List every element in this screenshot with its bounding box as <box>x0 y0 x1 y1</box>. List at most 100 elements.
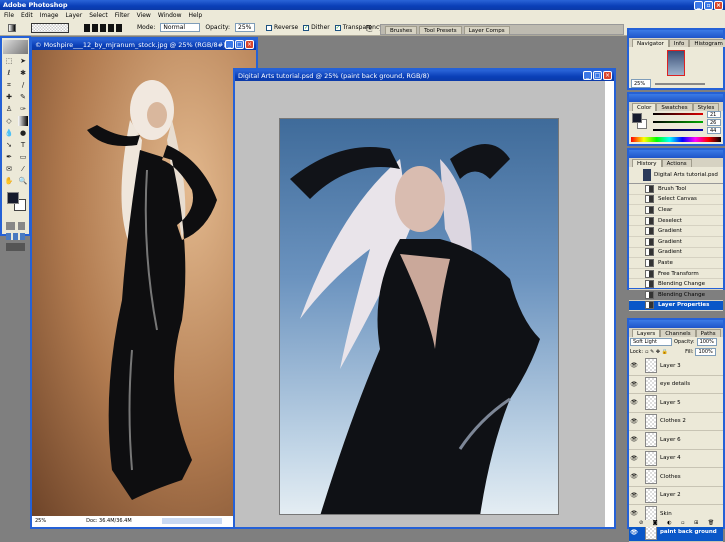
quick-mask-buttons[interactable] <box>6 222 25 230</box>
screen-mode-buttons[interactable] <box>6 233 25 240</box>
layer-row[interactable]: 👁Clothes 2 <box>629 413 723 432</box>
restore-button[interactable]: ▫ <box>704 1 713 10</box>
menu-filter[interactable]: Filter <box>115 12 130 19</box>
history-item[interactable]: Paste <box>629 258 723 269</box>
history-item[interactable]: Deselect <box>629 216 723 227</box>
jump-to-imageready-icon[interactable] <box>6 243 25 251</box>
menu-edit[interactable]: Edit <box>21 12 33 19</box>
layer-row[interactable]: 👁Layer 6 <box>629 431 723 450</box>
history-item[interactable]: Select Canvas <box>629 195 723 206</box>
tab-paths[interactable]: Paths <box>696 329 721 337</box>
history-snapshot[interactable]: Digital Arts tutorial.psd <box>629 167 723 184</box>
blend-mode-select[interactable]: Soft Light <box>630 338 672 346</box>
stamp-tool-icon[interactable]: ♙ <box>4 104 14 114</box>
doc2-minimize[interactable]: _ <box>583 71 592 80</box>
visibility-eye-icon[interactable]: 👁 <box>629 492 639 499</box>
pen-tool-icon[interactable]: ✒ <box>4 152 14 162</box>
navigator-zoom-input[interactable]: 25% <box>631 79 651 88</box>
move-tool-icon[interactable]: ➤ <box>18 56 28 66</box>
lasso-tool-icon[interactable]: ℓ <box>4 68 14 78</box>
brush-tool-icon[interactable]: ✎ <box>18 92 28 102</box>
lock-icons[interactable]: ▫ ✎ ✥ 🔒 <box>645 349 673 355</box>
gradient-tool-preset-icon[interactable] <box>8 24 16 32</box>
magic-wand-icon[interactable]: ✱ <box>18 68 28 78</box>
visibility-eye-icon[interactable]: 👁 <box>629 381 639 388</box>
slice-tool-icon[interactable]: / <box>18 80 28 90</box>
minimize-button[interactable]: _ <box>694 1 703 10</box>
gradient-picker[interactable] <box>31 23 69 33</box>
doc1-zoom[interactable]: 25% <box>35 518 46 524</box>
navigator-thumbnail[interactable] <box>667 50 685 76</box>
history-item[interactable]: Brush Tool <box>629 184 723 195</box>
green-slider[interactable] <box>653 121 703 123</box>
menu-select[interactable]: Select <box>89 12 108 19</box>
blue-value[interactable]: 44 <box>707 127 721 134</box>
doc2-vscrollbar[interactable] <box>605 81 614 527</box>
healing-brush-icon[interactable]: ✚ <box>4 92 14 102</box>
visibility-eye-icon[interactable]: 👁 <box>629 455 639 462</box>
type-tool-icon[interactable]: T <box>18 140 28 150</box>
visibility-eye-icon[interactable]: 👁 <box>629 529 639 536</box>
gradient-type-buttons[interactable] <box>84 24 124 32</box>
doc2-maximize[interactable]: □ <box>593 71 602 80</box>
well-tab-layer-comps[interactable]: Layer Comps <box>464 26 510 34</box>
blue-slider[interactable] <box>653 129 703 131</box>
layer-row[interactable]: 👁Layer 3 <box>629 357 723 376</box>
close-button[interactable]: × <box>714 1 723 10</box>
menu-window[interactable]: Window <box>158 12 182 19</box>
layer-opacity-input[interactable]: 100% <box>697 338 717 346</box>
doc2-close[interactable]: × <box>603 71 612 80</box>
notes-tool-icon[interactable]: ✉ <box>4 164 14 174</box>
visibility-eye-icon[interactable]: 👁 <box>629 362 639 369</box>
mode-select[interactable]: Normal <box>160 23 200 32</box>
menu-help[interactable]: Help <box>189 12 203 19</box>
history-item[interactable]: Gradient <box>629 237 723 248</box>
history-brush-icon[interactable]: ✑ <box>18 104 28 114</box>
eraser-tool-icon[interactable]: ◇ <box>4 116 14 126</box>
hand-tool-icon[interactable]: ✋ <box>4 176 14 186</box>
opacity-input[interactable]: 25% <box>235 23 255 32</box>
doc1-hscrollbar[interactable] <box>162 518 222 524</box>
layer-row[interactable]: 👁Layer 2 <box>629 487 723 506</box>
zoom-tool-icon[interactable]: 🔍 <box>18 176 28 186</box>
transparency-checkbox[interactable]: ✓Transparency <box>335 24 383 31</box>
visibility-eye-icon[interactable]: 👁 <box>629 436 639 443</box>
history-item[interactable]: Gradient <box>629 248 723 259</box>
tab-swatches[interactable]: Swatches <box>656 103 692 111</box>
menu-layer[interactable]: Layer <box>65 12 82 19</box>
well-tab-brushes[interactable]: Brushes <box>385 26 417 34</box>
color-fg-swatch[interactable] <box>632 113 642 123</box>
shape-tool-icon[interactable]: ▭ <box>18 152 28 162</box>
tab-actions[interactable]: Actions <box>662 159 692 167</box>
layers-footer-buttons[interactable]: ⊘ ◙ ◐ ▫ ⊞ 🗑 <box>629 520 723 527</box>
visibility-eye-icon[interactable]: 👁 <box>629 399 639 406</box>
menu-view[interactable]: View <box>137 12 151 19</box>
history-item[interactable]: Layer Properties <box>629 301 723 312</box>
red-slider[interactable] <box>653 113 703 115</box>
fill-input[interactable]: 100% <box>695 348 715 356</box>
visibility-eye-icon[interactable]: 👁 <box>629 510 639 517</box>
stock-photo-canvas[interactable] <box>32 50 256 516</box>
marquee-tool-icon[interactable]: ⬚ <box>4 56 14 66</box>
tab-navigator[interactable]: Navigator <box>632 39 669 47</box>
eyedropper-icon[interactable]: ⁄ <box>18 164 28 174</box>
navigator-zoom-slider[interactable] <box>655 83 705 85</box>
well-tab-tool-presets[interactable]: Tool Presets <box>419 26 461 34</box>
visibility-eye-icon[interactable]: 👁 <box>629 418 639 425</box>
menu-image[interactable]: Image <box>40 12 59 19</box>
crop-tool-icon[interactable]: ⌗ <box>4 80 14 90</box>
history-item[interactable]: Blending Change <box>629 279 723 290</box>
blur-tool-icon[interactable]: 💧 <box>4 128 14 138</box>
doc1-maximize[interactable]: □ <box>235 40 244 49</box>
doc1-minimize[interactable]: _ <box>225 40 234 49</box>
history-item[interactable]: Free Transform <box>629 269 723 280</box>
foreground-color-swatch[interactable] <box>7 192 19 204</box>
tab-info[interactable]: Info <box>669 39 689 47</box>
tab-layers[interactable]: Layers <box>632 329 660 337</box>
tab-color[interactable]: Color <box>632 103 656 111</box>
visibility-eye-icon[interactable]: 👁 <box>629 473 639 480</box>
history-item[interactable]: Clear <box>629 205 723 216</box>
menu-file[interactable]: File <box>4 12 14 19</box>
dither-checkbox[interactable]: ✓Dither <box>303 24 330 31</box>
palette-well-icon[interactable]: ⎘ <box>366 24 372 34</box>
